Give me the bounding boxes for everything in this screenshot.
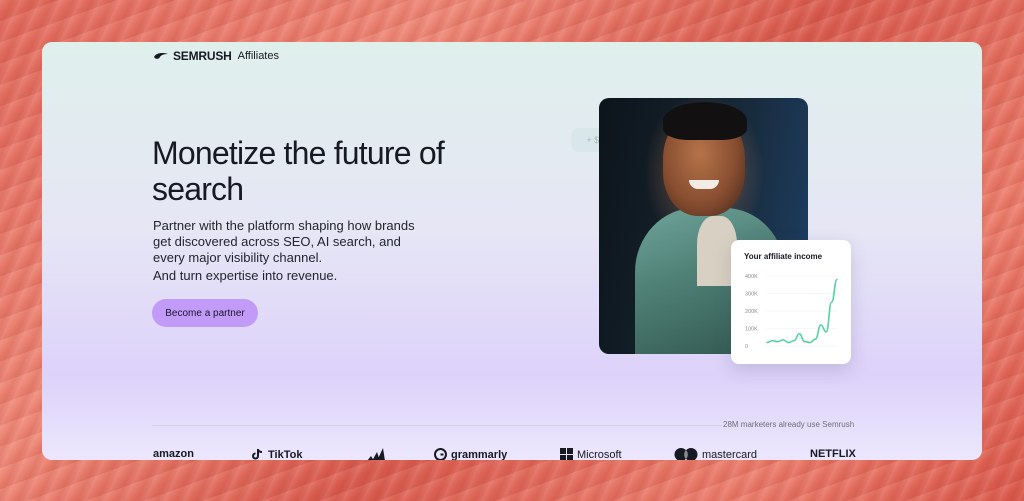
become-partner-button[interactable]: Become a partner (152, 299, 258, 327)
adidas-logo (365, 448, 385, 460)
hero-description: Partner with the platform shaping how br… (153, 218, 415, 265)
chart-y-tick-label: 300K (745, 292, 758, 298)
semrush-flame-icon (154, 52, 168, 59)
brand-name: SEMRUSH (173, 49, 232, 63)
hero-description-secondary: And turn expertise into revenue. (153, 268, 338, 283)
microsoft-logo: Microsoft (560, 448, 622, 460)
brand-logo[interactable]: SEMRUSH Affiliates (153, 49, 279, 63)
brand-sub: Affiliates (237, 50, 279, 62)
netflix-logo: NETFLIX (810, 448, 856, 460)
income-data-point (787, 341, 790, 344)
income-data-point (793, 340, 795, 342)
photo-hair (663, 102, 747, 140)
mastercard-circles-icon (674, 448, 698, 460)
photo-smile (689, 180, 719, 189)
customer-logos: amazon TikTok grammarly Microsoft master… (42, 448, 982, 460)
hero-card: SEMRUSH Affiliates Monetize the future o… (42, 42, 982, 460)
chart-y-tick-label: 0 (745, 344, 748, 350)
mastercard-logo: mastercard (674, 448, 757, 460)
social-proof-text: 28M marketers already use Semrush (723, 420, 855, 429)
income-data-point (820, 324, 822, 326)
amazon-label: amazon (153, 448, 194, 460)
income-data-point (825, 331, 827, 333)
chart-y-tick-label: 400K (745, 274, 758, 280)
income-data-point (809, 341, 811, 344)
income-data-point (771, 340, 773, 342)
adidas-stripes-icon (365, 448, 385, 460)
income-data-point (814, 338, 817, 340)
income-data-point (836, 278, 838, 281)
chart-y-tick-label: 100K (745, 327, 758, 333)
income-data-point (804, 341, 806, 343)
tiktok-logo: TikTok (251, 448, 302, 460)
microsoft-grid-icon (560, 448, 573, 460)
tiktok-label: TikTok (268, 448, 303, 461)
netflix-label: NETFLIX (810, 448, 856, 460)
tiktok-icon (251, 448, 264, 460)
mastercard-label: mastercard (702, 448, 758, 461)
chart-y-tick-label: 200K (745, 309, 758, 315)
microsoft-label: Microsoft (577, 448, 622, 461)
affiliate-income-card: Your affiliate income 400K 300K 200K 100K 0 (731, 240, 851, 364)
income-data-point (766, 341, 768, 344)
amazon-logo: amazon (153, 448, 194, 460)
income-data-point (831, 301, 833, 303)
grammarly-label: grammarly (451, 448, 508, 461)
income-data-point (777, 341, 779, 343)
income-data-point (798, 333, 800, 335)
section-divider (152, 425, 722, 426)
grammarly-icon (434, 448, 447, 460)
grammarly-logo: grammarly (434, 448, 507, 460)
hero-headline: Monetize the future of search (152, 135, 445, 207)
income-chart: 400K 300K 200K 100K 0 (745, 274, 838, 350)
income-data-point (782, 339, 784, 341)
